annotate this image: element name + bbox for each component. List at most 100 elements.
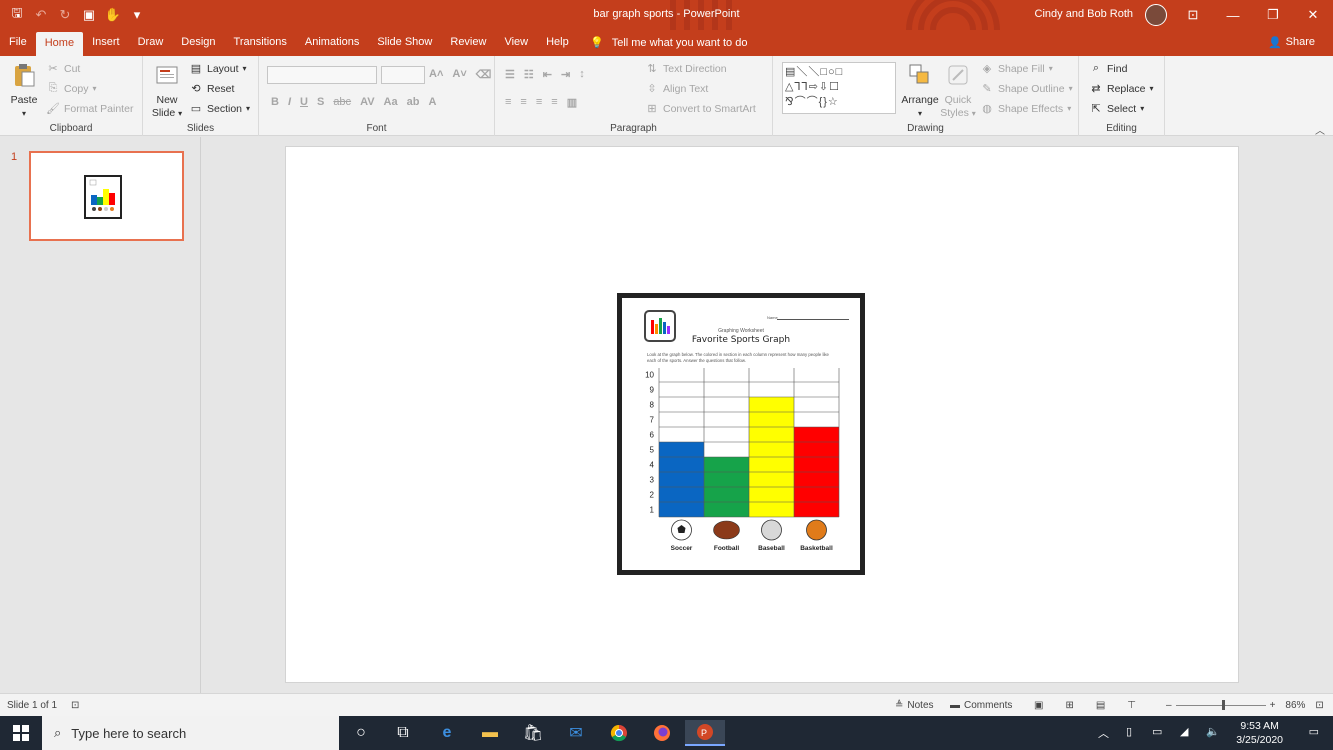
network-icon[interactable]: ▭ <box>1152 725 1162 738</box>
strikethrough-icon[interactable]: abc <box>333 96 351 108</box>
change-case-icon[interactable]: Aa <box>384 96 398 108</box>
slide-sorter-icon[interactable]: ⊞ <box>1065 700 1073 711</box>
wifi-icon[interactable]: ◢ <box>1180 725 1188 738</box>
tab-review[interactable]: Review <box>441 30 495 56</box>
reading-view-icon[interactable]: ▤ <box>1096 700 1105 711</box>
taskbar-search-box[interactable]: ⌕ Type here to search <box>42 716 339 750</box>
layout-button[interactable]: ▤ Layout ▾ <box>189 62 247 76</box>
comments-button[interactable]: ▬ Comments <box>950 700 1012 711</box>
avatar[interactable] <box>1145 4 1167 26</box>
italic-icon[interactable]: I <box>288 96 291 108</box>
battery-icon[interactable]: ▯ <box>1126 725 1132 738</box>
select-button[interactable]: ⇱ Select ▾ <box>1089 102 1144 116</box>
notes-button[interactable]: ≜ Notes <box>895 700 934 711</box>
align-center-icon[interactable]: ≡ <box>520 96 526 109</box>
worksheet-image[interactable]: Name Graphing Worksheet Favorite Sports … <box>617 293 865 575</box>
tab-view[interactable]: View <box>495 30 537 56</box>
bullets-icon[interactable]: ☰ <box>505 68 515 81</box>
new-slide-button[interactable]: New Slide ▾ <box>149 62 185 120</box>
restore-icon[interactable]: ❐ <box>1253 0 1293 30</box>
tab-slide-show[interactable]: Slide Show <box>368 30 441 56</box>
clear-formatting-icon[interactable]: ⌫ <box>476 68 492 81</box>
paste-button[interactable]: Paste ▾ <box>6 62 42 120</box>
bold-icon[interactable]: B <box>271 96 279 108</box>
format-painter-button[interactable]: 🖌 Format Painter <box>46 102 133 116</box>
shape-outline-button[interactable]: ✎ Shape Outline ▾ <box>980 82 1072 96</box>
underline-icon[interactable]: U <box>300 96 308 108</box>
paste-dropdown-icon[interactable]: ▾ <box>22 109 26 118</box>
shapes-gallery[interactable]: ▤＼＼□○□ △⅂⅂⇨⇩☐ ⅋⌒⌒{}☆ <box>782 62 896 114</box>
reset-button[interactable]: ⟲ Reset <box>189 82 234 96</box>
text-direction-button[interactable]: ⇅ Text Direction <box>645 62 726 76</box>
notifications-icon[interactable]: ▭ <box>1309 725 1319 738</box>
highlight-icon[interactable]: ab <box>407 96 420 108</box>
convert-smartart-button[interactable]: ⊞ Convert to SmartArt <box>645 102 755 116</box>
align-left-icon[interactable]: ≡ <box>505 96 511 109</box>
shape-effects-button[interactable]: ◍ Shape Effects ▾ <box>980 102 1071 116</box>
font-name-box[interactable] <box>267 66 377 84</box>
collapse-ribbon-icon[interactable]: ︿ <box>1315 122 1325 137</box>
task-view-icon[interactable]: ⧉ <box>383 720 423 746</box>
accessibility-icon[interactable]: ⊡ <box>71 700 79 711</box>
slide[interactable]: Name Graphing Worksheet Favorite Sports … <box>285 146 1239 683</box>
line-spacing-icon[interactable]: ↕ <box>579 68 585 81</box>
replace-button[interactable]: ⇄ Replace ▾ <box>1089 82 1153 96</box>
user-name[interactable]: Cindy and Bob Roth <box>1035 8 1133 20</box>
share-button[interactable]: 👤 Share <box>1268 36 1315 49</box>
clock[interactable]: 9:53 AM 3/25/2020 <box>1236 719 1283 747</box>
volume-icon[interactable]: 🔈 <box>1206 725 1220 738</box>
close-icon[interactable]: ✕ <box>1293 0 1333 30</box>
ribbon-display-icon[interactable]: ⊡ <box>1173 0 1213 30</box>
grow-font-icon[interactable]: A˄ <box>429 68 443 81</box>
find-button[interactable]: ⌕ Find <box>1089 62 1128 75</box>
tab-animations[interactable]: Animations <box>296 30 368 56</box>
tell-me-box[interactable]: 💡 Tell me what you want to do <box>590 36 747 50</box>
character-spacing-icon[interactable]: AV <box>360 96 374 108</box>
tab-design[interactable]: Design <box>172 30 224 56</box>
section-button[interactable]: ▭ Section ▾ <box>189 102 250 116</box>
align-right-icon[interactable]: ≡ <box>536 96 542 109</box>
numbering-icon[interactable]: ☷ <box>524 68 534 81</box>
zoom-level[interactable]: 86% <box>1285 700 1305 711</box>
tab-home[interactable]: Home <box>35 32 84 56</box>
cortana-icon[interactable]: ○ <box>341 720 381 746</box>
arrange-button[interactable]: Arrange ▾ <box>900 62 940 120</box>
store-icon[interactable]: 🛍 <box>513 720 553 746</box>
cut-button[interactable]: ✂ Cut <box>46 62 80 76</box>
tab-file[interactable]: File <box>0 30 36 56</box>
powerpoint-taskbar-icon[interactable]: P <box>685 720 725 746</box>
chrome-icon[interactable] <box>599 720 639 746</box>
start-button[interactable] <box>0 716 42 750</box>
zoom-thumb[interactable] <box>1221 700 1225 710</box>
edge-icon[interactable]: e <box>427 720 467 746</box>
minimize-icon[interactable]: — <box>1213 0 1253 30</box>
shape-fill-button[interactable]: ◈ Shape Fill ▾ <box>980 62 1053 76</box>
font-size-dropdown[interactable] <box>381 66 425 84</box>
copy-button[interactable]: ⎘ Copy ▾ <box>46 82 97 95</box>
font-size-box[interactable] <box>381 66 425 84</box>
tab-help[interactable]: Help <box>537 30 578 56</box>
ribbon-display-options[interactable]: ⊡ <box>1173 0 1213 30</box>
normal-view-icon[interactable]: ▣ <box>1034 700 1043 711</box>
tab-insert[interactable]: Insert <box>83 30 129 56</box>
slide-thumbnail[interactable] <box>29 151 184 241</box>
fit-to-window-icon[interactable]: ⊡ <box>1315 700 1323 711</box>
file-explorer-icon[interactable]: ▬ <box>470 720 510 746</box>
slideshow-icon[interactable]: ⊤ <box>1127 700 1136 711</box>
zoom-out-icon[interactable]: – <box>1166 700 1172 711</box>
font-name-dropdown[interactable] <box>267 66 377 84</box>
zoom-slider[interactable]: – + 86% ⊡ <box>1166 700 1324 711</box>
align-text-button[interactable]: ⇳ Align Text <box>645 82 708 96</box>
decrease-indent-icon[interactable]: ⇤ <box>543 68 552 81</box>
increase-indent-icon[interactable]: ⇥ <box>561 68 570 81</box>
justify-icon[interactable]: ≡ <box>551 96 557 109</box>
quick-styles-button[interactable]: Quick Styles ▾ <box>940 62 976 120</box>
font-color-icon[interactable]: A <box>428 96 436 108</box>
show-hidden-icons[interactable]: ︿ <box>1098 725 1109 741</box>
tab-transitions[interactable]: Transitions <box>225 30 296 56</box>
shadow-icon[interactable]: S <box>317 96 324 108</box>
tab-draw[interactable]: Draw <box>129 30 173 56</box>
zoom-track[interactable] <box>1175 700 1266 710</box>
zoom-in-icon[interactable]: + <box>1270 700 1276 711</box>
mail-icon[interactable]: ✉ <box>556 720 596 746</box>
